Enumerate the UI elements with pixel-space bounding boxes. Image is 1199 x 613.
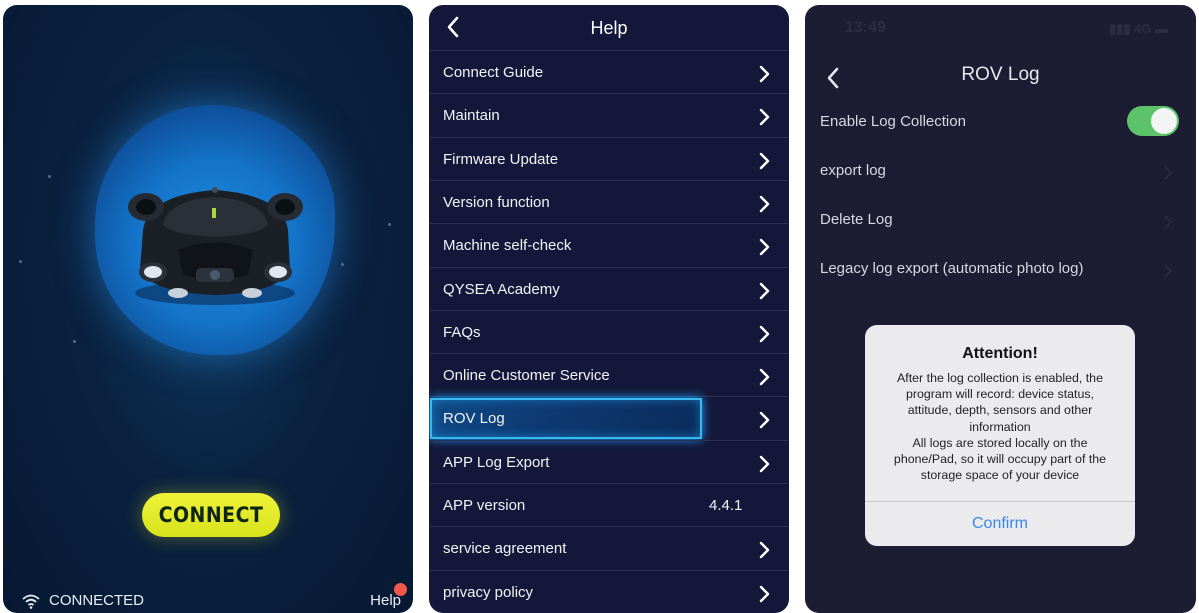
help-item-app-log-export[interactable]: APP Log Export — [429, 439, 789, 484]
chevron-right-icon — [759, 152, 770, 169]
dialog-line: storage space of your device — [920, 468, 1080, 483]
network-status: ▮▮▮ 4G ▬ — [1109, 21, 1168, 37]
help-item-label: Online Customer Service — [443, 367, 610, 385]
background-dot — [388, 223, 391, 226]
wifi-icon — [22, 594, 40, 609]
status-time: 13:49 — [845, 19, 886, 36]
help-item-label: privacy policy — [443, 583, 534, 601]
chevron-right-icon — [759, 195, 770, 213]
signal-icon: ▮▮▮ — [1108, 21, 1131, 36]
dialog-line: information — [969, 419, 1031, 434]
chevron-right-icon — [759, 282, 770, 299]
dialog-line: After the log collection is enabled, the — [897, 371, 1103, 385]
chevron-right-icon — [759, 325, 770, 342]
help-item-label: APP Log Export — [443, 453, 550, 471]
network-label: 4G — [1134, 21, 1152, 36]
help-item-label: APP version — [443, 497, 526, 514]
legacy-log-export-label: Legacy log export (automatic photo log) — [820, 260, 1084, 277]
help-item-machine-self-check[interactable]: Machine self-check — [429, 223, 789, 267]
help-item-version-function[interactable]: Version function — [429, 179, 789, 224]
page-title: ROV Log — [961, 64, 1040, 85]
chevron-right-icon — [759, 65, 770, 83]
chevron-right-icon — [759, 109, 770, 126]
enable-log-toggle[interactable] — [1127, 106, 1179, 136]
connection-status-label: CONNECTED — [49, 592, 145, 609]
export-log-label: export log — [820, 162, 886, 179]
help-item-label: Maintain — [443, 107, 500, 125]
help-item-label: Firmware Update — [443, 150, 559, 168]
rov-drone-image — [128, 187, 303, 305]
help-item-faqs[interactable]: FAQs — [429, 309, 789, 354]
help-item-label: service agreement — [443, 540, 567, 558]
confirm-button[interactable]: Confirm — [865, 502, 1135, 546]
dialog-line: attitude, depth, sensors and other — [907, 403, 1093, 418]
chevron-right-icon — [759, 238, 770, 256]
chevron-right-icon — [759, 585, 770, 602]
notification-badge — [394, 583, 407, 596]
legacy-log-export-row[interactable]: Legacy log export (automatic photo log) — [820, 260, 1180, 290]
dialog-title: Attention! — [962, 345, 1038, 362]
enable-log-row: Enable Log Collection — [820, 113, 1180, 143]
help-item-online-customer-service[interactable]: Online Customer Service — [429, 353, 789, 397]
chevron-right-icon — [759, 455, 770, 472]
connect-screen: CONNECT CONNECTED Help — [3, 5, 413, 613]
chevron-right-icon — [1164, 166, 1172, 180]
help-item-label: ROV Log — [443, 410, 505, 428]
chevron-right-icon — [759, 412, 770, 429]
page-title: Help — [590, 18, 628, 38]
help-item-label: QYSEA Academy — [443, 280, 560, 298]
battery-icon: ▬ — [1155, 21, 1168, 36]
delete-log-label: Delete Log — [820, 211, 893, 228]
help-item-label: Connect Guide — [443, 64, 544, 81]
enable-log-label: Enable Log Collection — [820, 113, 966, 130]
background-dot — [19, 260, 22, 263]
help-item-label: FAQs — [443, 323, 481, 341]
help-item-firmware-update[interactable]: Firmware Update — [429, 136, 789, 181]
attention-dialog: Attention! After the log collection is e… — [865, 325, 1135, 546]
chevron-right-icon — [1164, 215, 1172, 229]
dialog-message: After the log collection is enabled, the… — [879, 370, 1121, 483]
toggle-knob — [1151, 108, 1177, 134]
chevron-right-icon — [1164, 264, 1172, 278]
help-item-connect-guide[interactable]: Connect Guide — [429, 50, 789, 94]
help-item-qysea-academy[interactable]: QYSEA Academy — [429, 266, 789, 311]
background-dot — [73, 340, 76, 343]
help-item-app-version[interactable]: APP version 4.4.1 — [429, 483, 789, 527]
help-screen: Help Connect Guide Maintain Firmware Updat… — [429, 5, 789, 613]
connect-button[interactable]: CONNECT — [142, 493, 280, 537]
dialog-line: program will record: device status, — [906, 387, 1094, 402]
help-item-label: Version function — [443, 193, 550, 211]
help-item-label: Machine self-check — [443, 237, 572, 255]
rov-log-screen: 13:49 ▮▮▮ 4G ▬ ROV Log Enable Log Collec… — [805, 5, 1196, 613]
help-item-maintain[interactable]: Maintain — [429, 93, 789, 137]
status-bar: 13:49 ▮▮▮ 4G ▬ — [805, 19, 1196, 39]
help-header: Help — [429, 5, 789, 50]
chevron-right-icon — [759, 368, 770, 386]
help-item-rov-log[interactable]: ROV Log — [429, 396, 789, 440]
delete-log-row[interactable]: Delete Log — [820, 211, 1180, 241]
dialog-line: All logs are stored locally on the — [912, 435, 1088, 450]
background-dot — [48, 175, 51, 178]
help-item-privacy-policy[interactable]: privacy policy — [429, 569, 789, 613]
help-item-service-agreement[interactable]: service agreement — [429, 526, 789, 570]
background-dot — [341, 263, 344, 266]
app-version-value: 4.4.1 — [709, 497, 743, 514]
export-log-row[interactable]: export log — [820, 162, 1180, 192]
chevron-right-icon — [759, 542, 770, 559]
connection-status: CONNECTED — [21, 592, 144, 609]
dialog-line: phone/Pad, so it will occupy part of the — [893, 452, 1107, 467]
